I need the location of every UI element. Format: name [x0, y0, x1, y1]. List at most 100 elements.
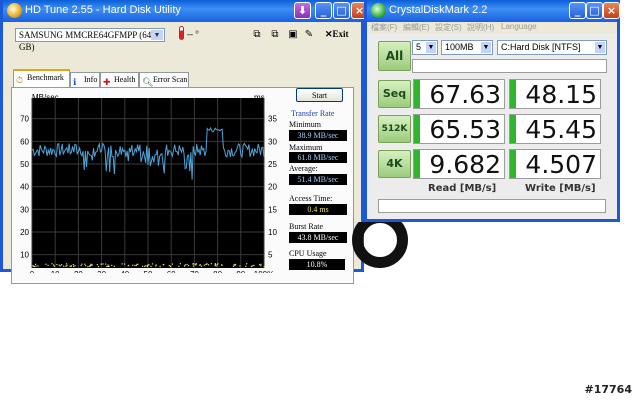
access-time-point	[155, 265, 157, 267]
cdm-title: CrystalDiskMark 2.2	[389, 4, 488, 16]
4k-read-bar	[414, 150, 420, 178]
menu-language[interactable]: Language	[501, 22, 537, 31]
graph-left-tick-label: 30	[20, 205, 29, 214]
size-select-value: 100MB	[445, 42, 474, 52]
drive-select[interactable]: SAMSUNG MMCRE64GFMPP (64 GB) ▼	[15, 28, 165, 52]
graph-left-tick-label: 50	[20, 160, 29, 169]
access-time-point	[195, 263, 197, 265]
graph-left-tick-label: 70	[20, 115, 29, 124]
copy-text-icon[interactable]: ⧉	[268, 28, 282, 41]
menu-file[interactable]: 檔案(F)	[371, 22, 397, 33]
tab-benchmark-label: Benchmark	[27, 73, 64, 82]
seq-read-value: 67.63	[413, 79, 505, 109]
access-time-point	[146, 265, 148, 268]
access-time-point	[253, 264, 255, 266]
read-header: Read [MB/s]	[428, 183, 497, 194]
download-icon[interactable]: ⬇	[294, 2, 311, 19]
access-time-point	[136, 263, 138, 266]
access-time-point	[145, 264, 147, 267]
access-time-point	[187, 264, 190, 267]
hdtune-body: SAMSUNG MMCRE64GFMPP (64 GB) ▼ -- ° ⧉ ⧉ …	[3, 22, 361, 284]
menu-settings[interactable]: 設定(S)	[435, 22, 462, 33]
access-time-point	[258, 264, 261, 266]
cdm-comment-field[interactable]	[412, 59, 607, 73]
access-time-point	[65, 263, 68, 265]
cdm-maximize-button[interactable]: □	[586, 2, 603, 19]
access-time-point	[234, 264, 236, 267]
maximize-button[interactable]: □	[333, 2, 350, 19]
access-time-point	[113, 265, 116, 267]
chevron-down-icon: ▼	[595, 42, 605, 53]
options-icon[interactable]: ✎	[302, 28, 316, 41]
cdm-titlebar[interactable]: CrystalDiskMark 2.2 _ □ ×	[367, 0, 620, 22]
access-time-point	[150, 265, 152, 267]
512k-write-value: 45.45	[509, 114, 601, 144]
access-time-point	[35, 265, 37, 267]
graph-x-tick-label: 60	[167, 270, 176, 273]
all-button[interactable]: All	[378, 41, 411, 71]
runs-select[interactable]: 5 ▼	[412, 40, 438, 55]
cdm-close-button[interactable]: ×	[603, 2, 620, 19]
4k-write-text: 4.507	[525, 150, 597, 179]
access-time-point	[141, 265, 144, 267]
access-time-point	[250, 265, 253, 267]
maximum-value: 61.8 MB/sec	[289, 152, 347, 163]
seq-button[interactable]: Seq	[378, 80, 411, 108]
tab-benchmark[interactable]: ⏱ Benchmark	[13, 69, 70, 87]
access-time-point	[205, 263, 207, 266]
access-time-point	[179, 263, 181, 265]
exit-button[interactable]: ✕Exit	[325, 29, 349, 40]
access-time-point	[91, 264, 93, 266]
graph-right-tick-label: 15	[268, 205, 277, 214]
access-time-point	[87, 265, 89, 268]
chevron-down-icon: ▼	[151, 30, 163, 40]
drive-target-select[interactable]: C:Hard Disk [NTFS] ▼	[497, 40, 607, 55]
access-time-point	[217, 263, 219, 265]
access-time-point	[90, 265, 92, 267]
512k-button[interactable]: 512K	[378, 115, 411, 143]
start-button-label: Start	[311, 91, 328, 100]
average-value: 51.4 MB/sec	[289, 174, 347, 185]
start-button[interactable]: Start	[296, 88, 343, 102]
access-time-point	[60, 264, 63, 266]
4k-button[interactable]: 4K	[378, 150, 411, 178]
cdm-minimize-button[interactable]: _	[569, 2, 586, 19]
access-time-point	[192, 265, 194, 267]
average-label: Average:	[289, 164, 318, 173]
minimize-button[interactable]: _	[315, 2, 332, 19]
access-time-point	[178, 265, 180, 267]
save-icon[interactable]: ▣	[286, 28, 300, 41]
cdm-menubar: 檔案(F) 編輯(E) 設定(S) 說明(H) Language	[367, 22, 617, 34]
menu-edit[interactable]: 編輯(E)	[403, 22, 430, 33]
graph-x-tick-label: 50	[144, 270, 153, 273]
tab-health[interactable]: ✚ Health	[100, 72, 139, 87]
copy-icon[interactable]: ⧉	[250, 28, 264, 41]
hdtune-titlebar[interactable]: HD Tune 2.55 - Hard Disk Utility ⬇ _ □ ×	[3, 0, 368, 22]
access-time-point	[66, 264, 68, 267]
size-select[interactable]: 100MB ▼	[441, 40, 493, 55]
runs-select-value: 5	[416, 42, 422, 52]
graph-x-tick-label: 0	[30, 270, 35, 273]
access-time-point	[246, 263, 248, 265]
access-time-point	[34, 263, 37, 265]
graph-x-tick-label: 20	[74, 270, 83, 273]
access-time-point	[234, 263, 237, 266]
graph-right-tick-label: 20	[268, 183, 277, 192]
tab-info[interactable]: ℹ Info	[70, 72, 100, 87]
access-time-point	[148, 264, 150, 266]
menu-help[interactable]: 說明(H)	[467, 22, 494, 33]
access-time-point	[47, 264, 49, 267]
graph-left-tick-label: 10	[20, 251, 29, 260]
tab-error-scan[interactable]: 🔍︎ Error Scan	[139, 72, 189, 87]
hdtune-app-icon	[7, 3, 22, 18]
access-time-point	[102, 263, 104, 265]
512k-button-label: 512K	[381, 124, 408, 134]
access-time-point	[128, 264, 130, 267]
hdtune-window: HD Tune 2.55 - Hard Disk Utility ⬇ _ □ ×…	[0, 0, 368, 284]
access-time-point	[72, 263, 74, 266]
access-time-point	[106, 265, 108, 268]
cdm-app-icon	[371, 3, 386, 18]
4k-write-bar	[510, 150, 516, 178]
graph-left-tick-label: 60	[20, 137, 29, 146]
graph-right-tick-label: 5	[268, 251, 273, 260]
